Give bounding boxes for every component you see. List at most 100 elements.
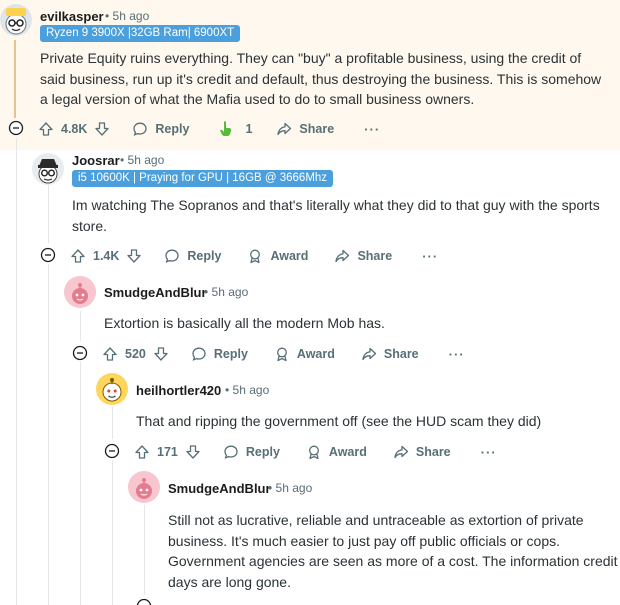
- thread-line: [112, 460, 113, 605]
- snoo-pink-avatar-icon[interactable]: [128, 471, 160, 503]
- comment-timestamp: • 5h ago: [204, 285, 249, 299]
- comment-body: Private Equity ruins everything. They ca…: [40, 50, 602, 107]
- reply-button[interactable]: Reply: [191, 346, 248, 362]
- upvote-button[interactable]: [70, 248, 86, 264]
- upvote-button[interactable]: [38, 121, 54, 137]
- share-button[interactable]: Share: [276, 121, 334, 137]
- reply-bubble-icon: [165, 249, 180, 263]
- award-button[interactable]: 1: [217, 120, 252, 138]
- share-arrow-icon: [362, 347, 377, 361]
- comment-body: Extortion is basically all the modern Mo…: [104, 315, 385, 331]
- share-arrow-icon: [394, 445, 409, 459]
- snoo-yellow-avatar-icon[interactable]: [96, 373, 128, 405]
- vote-count: 1.4K: [93, 249, 120, 263]
- more-options-button[interactable]: ···: [481, 445, 497, 460]
- user-flair: Ryzen 9 3900X |32GB Ram| 6900XT: [40, 25, 241, 42]
- share-label: Share: [357, 249, 393, 263]
- award-label: Award: [296, 347, 335, 361]
- thread-line: [80, 362, 81, 605]
- reply-bubble-icon: [192, 347, 206, 361]
- vote-count: 4.8K: [61, 122, 88, 136]
- share-button[interactable]: Share: [361, 346, 419, 362]
- award-button[interactable]: Award: [306, 444, 367, 460]
- snoo-hat-avatar-icon[interactable]: [32, 153, 64, 185]
- downvote-button[interactable]: [185, 444, 201, 460]
- thread-line: [80, 311, 81, 341]
- award-button[interactable]: Award: [274, 346, 335, 362]
- downvote-button[interactable]: [126, 248, 142, 264]
- collapse-thread-icon[interactable]: [72, 345, 88, 361]
- comment-author[interactable]: SmudgeAndBlur: [104, 285, 207, 300]
- thread-line: [16, 138, 17, 605]
- vote-count: 171: [157, 445, 178, 459]
- snoo-glasses-avatar-icon[interactable]: [0, 4, 32, 36]
- share-label: Share: [299, 122, 335, 136]
- downvote-arrow-icon: [127, 249, 142, 263]
- reply-button[interactable]: Reply: [223, 444, 280, 460]
- award-label: Award: [270, 249, 309, 263]
- reply-button[interactable]: Reply: [132, 121, 189, 137]
- downvote-button[interactable]: [153, 346, 169, 362]
- comment-author[interactable]: heilhortler420: [136, 383, 221, 398]
- timestamp-text: 5h ago: [275, 481, 313, 495]
- share-label: Share: [415, 445, 451, 459]
- snoo-pink-avatar-icon[interactable]: [64, 276, 96, 308]
- upvote-arrow-icon: [71, 249, 85, 263]
- award-button[interactable]: Award: [247, 248, 308, 264]
- collapse-thread-icon[interactable]: [104, 443, 120, 459]
- thread-line: [144, 505, 145, 595]
- thread-line: [48, 264, 49, 605]
- reply-bubble-icon: [133, 122, 148, 136]
- comment-author[interactable]: SmudgeAndBlur: [168, 481, 271, 496]
- award-count: 1: [245, 122, 253, 136]
- more-options-button[interactable]: ···: [422, 249, 438, 264]
- thread-line: [48, 185, 49, 243]
- comment-actions: 1.4K Reply Award Share ···: [70, 244, 438, 268]
- comment-author[interactable]: evilkasper: [40, 9, 104, 24]
- downvote-button[interactable]: [94, 121, 110, 137]
- comment-author[interactable]: Joosrar: [72, 153, 120, 168]
- collapse-thread-icon[interactable]: [8, 120, 24, 136]
- award-ribbon-icon: [276, 347, 287, 362]
- comment-body: Im watching The Sopranos and that's lite…: [72, 197, 600, 234]
- collapse-thread-icon[interactable]: [40, 247, 56, 263]
- comment-actions: 520 Reply Award Share ···: [102, 342, 465, 366]
- award-ribbon-icon: [308, 445, 319, 460]
- vote-count: 520: [125, 347, 146, 361]
- comment-actions: 4.8K Reply 1 Share ···: [38, 117, 380, 141]
- reply-label: Reply: [155, 122, 190, 136]
- share-label: Share: [383, 347, 419, 361]
- award-ribbon-icon: [250, 249, 261, 264]
- collapse-thread-icon[interactable]: [136, 598, 152, 605]
- helpful-hand-award-icon: [220, 121, 232, 136]
- more-options-button[interactable]: ···: [449, 347, 465, 362]
- upvote-arrow-icon: [39, 122, 53, 136]
- comment-body: That and ripping the government off (see…: [136, 413, 542, 429]
- timestamp-text: 5h ago: [232, 383, 270, 397]
- timestamp-text: 5h ago: [127, 153, 165, 167]
- comment-timestamp: • 5h ago: [268, 481, 313, 495]
- award-label: Award: [328, 445, 367, 459]
- share-arrow-icon: [335, 249, 350, 263]
- reply-button[interactable]: Reply: [164, 248, 221, 264]
- upvote-button[interactable]: [134, 444, 150, 460]
- reply-label: Reply: [245, 445, 280, 459]
- comment-body: Still not as lucrative, reliable and unt…: [168, 512, 618, 590]
- upvote-button[interactable]: [102, 346, 118, 362]
- share-arrow-icon: [277, 122, 292, 136]
- share-button[interactable]: Share: [393, 444, 451, 460]
- comment-timestamp: • 5h ago: [225, 383, 270, 397]
- reply-label: Reply: [187, 249, 222, 263]
- highlight-thread-bar: [14, 40, 16, 118]
- thread-line: [112, 407, 113, 439]
- comment-actions: 171 Reply Award Share ···: [134, 440, 497, 464]
- timestamp-text: 5h ago: [112, 9, 150, 23]
- more-options-button[interactable]: ···: [364, 122, 380, 137]
- upvote-arrow-icon: [103, 347, 117, 361]
- comment-timestamp: • 5h ago: [105, 9, 150, 23]
- upvote-arrow-icon: [135, 445, 149, 459]
- share-button[interactable]: Share: [334, 248, 392, 264]
- comment-timestamp: • 5h ago: [120, 153, 165, 167]
- reply-label: Reply: [213, 347, 248, 361]
- downvote-arrow-icon: [154, 347, 168, 361]
